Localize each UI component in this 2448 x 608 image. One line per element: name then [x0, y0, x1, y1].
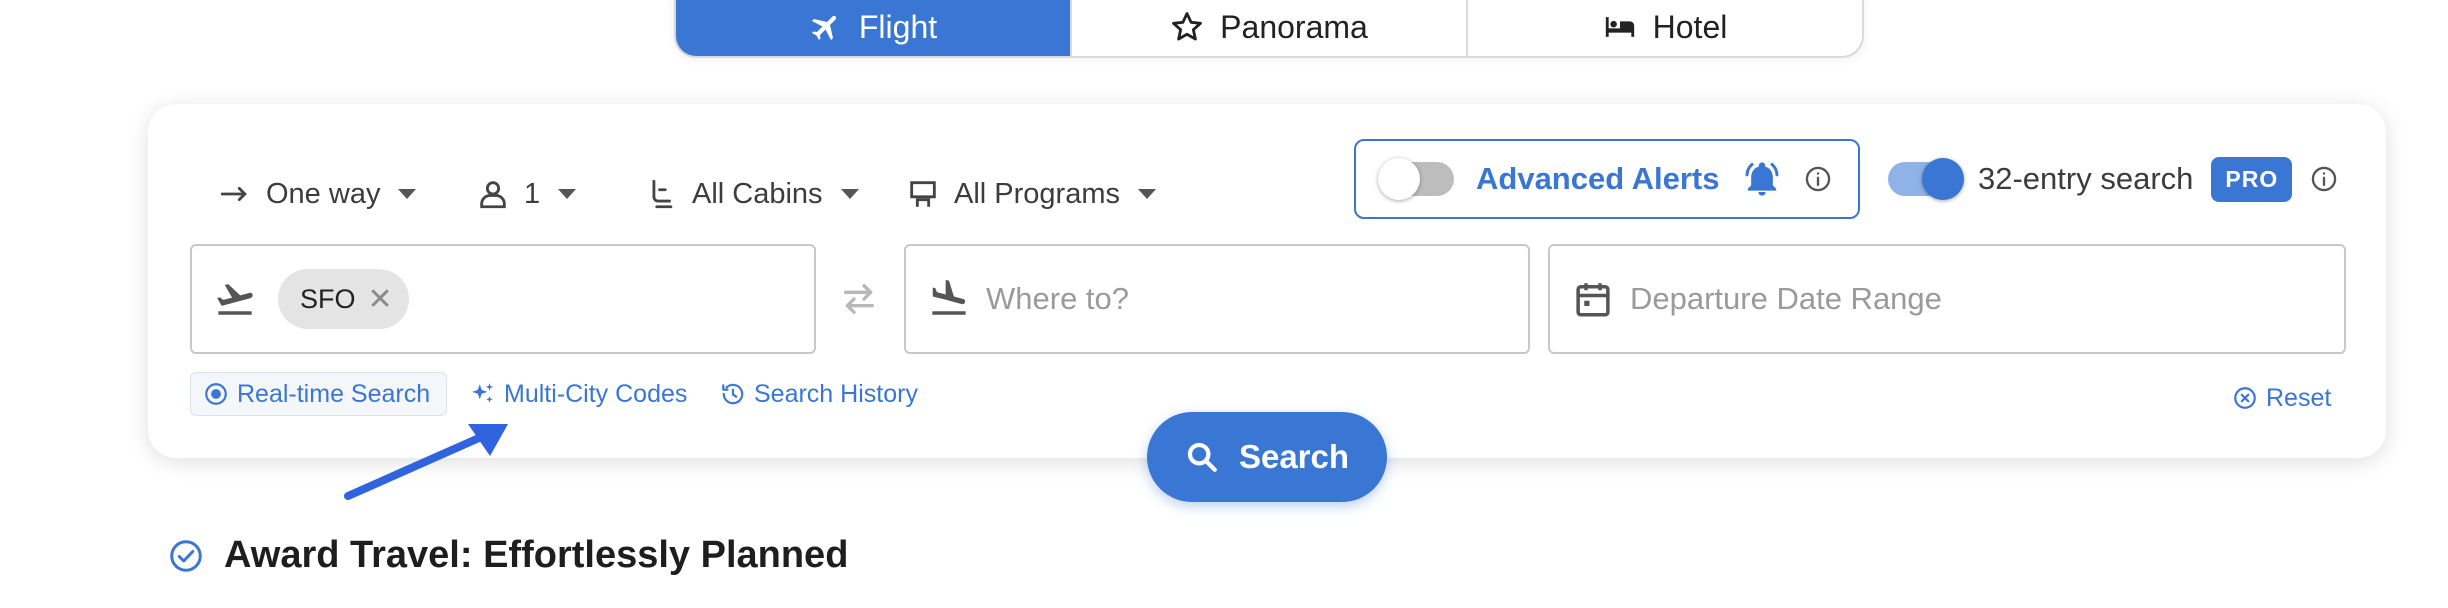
close-circle-icon: [2234, 387, 2256, 409]
entry-search-group: 32-entry search PRO: [1888, 154, 2338, 204]
programs-dropdown[interactable]: All Programs: [906, 164, 1156, 224]
chevron-down-icon: [558, 189, 577, 199]
entry-search-toggle[interactable]: [1888, 158, 1964, 200]
tab-flight[interactable]: Flight: [676, 0, 1072, 56]
pro-badge: PRO: [2211, 156, 2293, 202]
airplane-icon: [811, 15, 837, 41]
takeoff-icon: [217, 284, 253, 315]
alerts-toggle[interactable]: [1378, 158, 1454, 200]
chevron-down-icon: [398, 189, 417, 199]
destination-placeholder: Where to?: [986, 281, 1130, 316]
chevron-down-icon: [840, 189, 859, 199]
search-icon: [1187, 442, 1217, 472]
tab-panorama-label: Panorama: [1220, 8, 1368, 45]
programs-icon: [910, 181, 936, 207]
advanced-alerts-label[interactable]: Advanced Alerts: [1476, 161, 1720, 197]
swap-icon[interactable]: [839, 279, 879, 319]
trip-type-label: One way: [266, 177, 381, 210]
close-icon[interactable]: ✕: [368, 282, 393, 317]
radio-selected-icon: [205, 383, 227, 405]
search-history-label: Search History: [754, 379, 918, 408]
origin-chip: SFO ✕: [278, 269, 409, 329]
toggle-knob: [1922, 158, 1964, 200]
passengers-dropdown[interactable]: 1: [476, 164, 577, 224]
trip-type-dropdown[interactable]: One way: [218, 164, 417, 224]
multi-city-codes-label: Multi-City Codes: [504, 379, 688, 408]
programs-label: All Programs: [954, 177, 1120, 210]
info-icon[interactable]: [2310, 165, 2338, 193]
seat-icon: [652, 179, 673, 209]
tab-hotel[interactable]: Hotel: [1468, 0, 1862, 56]
bed-icon: [1605, 17, 1634, 37]
mode-tabs: Flight Panorama Hotel: [674, 0, 1864, 58]
person-icon: [480, 181, 506, 209]
bell-alert-icon: [1742, 159, 1782, 199]
cabin-label: All Cabins: [692, 177, 823, 210]
search-history-link[interactable]: Search History: [720, 372, 918, 416]
tab-panorama[interactable]: Panorama: [1072, 0, 1468, 56]
realtime-search-label: Real-time Search: [237, 379, 431, 408]
tab-flight-label: Flight: [858, 8, 938, 45]
arrow-right-icon: [220, 186, 247, 202]
chevron-down-icon: [1138, 189, 1156, 199]
landing-icon: [932, 279, 966, 315]
history-icon: [722, 383, 744, 405]
annotation-arrow: [344, 424, 508, 500]
passengers-label: 1: [524, 177, 541, 210]
cabin-dropdown[interactable]: All Cabins: [644, 164, 859, 224]
reset-link[interactable]: Reset: [2232, 376, 2331, 420]
date-range-field[interactable]: Departure Date Range: [1548, 244, 2346, 354]
tagline-text: Award Travel: Effortlessly Planned: [224, 534, 849, 576]
star-icon: [1172, 12, 1203, 41]
origin-field[interactable]: SFO ✕: [190, 244, 816, 354]
calendar-icon: [1576, 283, 1610, 317]
origin-chip-label: SFO: [300, 283, 356, 314]
info-icon[interactable]: [1804, 165, 1832, 193]
sparkle-icon: [472, 383, 494, 403]
reset-label: Reset: [2266, 383, 2332, 412]
toggle-knob: [1378, 158, 1420, 200]
date-placeholder: Departure Date Range: [1630, 281, 1942, 316]
tab-hotel-label: Hotel: [1652, 8, 1728, 45]
search-button[interactable]: Search: [1147, 412, 1387, 502]
search-button-label: Search: [1238, 438, 1350, 475]
check-circle-icon: [170, 539, 202, 572]
search-card: One way 1 All Cabins All Programs Advanc…: [148, 104, 2386, 458]
advanced-alerts-box: Advanced Alerts: [1354, 139, 1860, 219]
destination-field[interactable]: Where to?: [904, 244, 1530, 354]
tagline-heading: Award Travel: Effortlessly Planned: [168, 534, 848, 577]
entry-search-label: 32-entry search: [1978, 161, 2194, 196]
